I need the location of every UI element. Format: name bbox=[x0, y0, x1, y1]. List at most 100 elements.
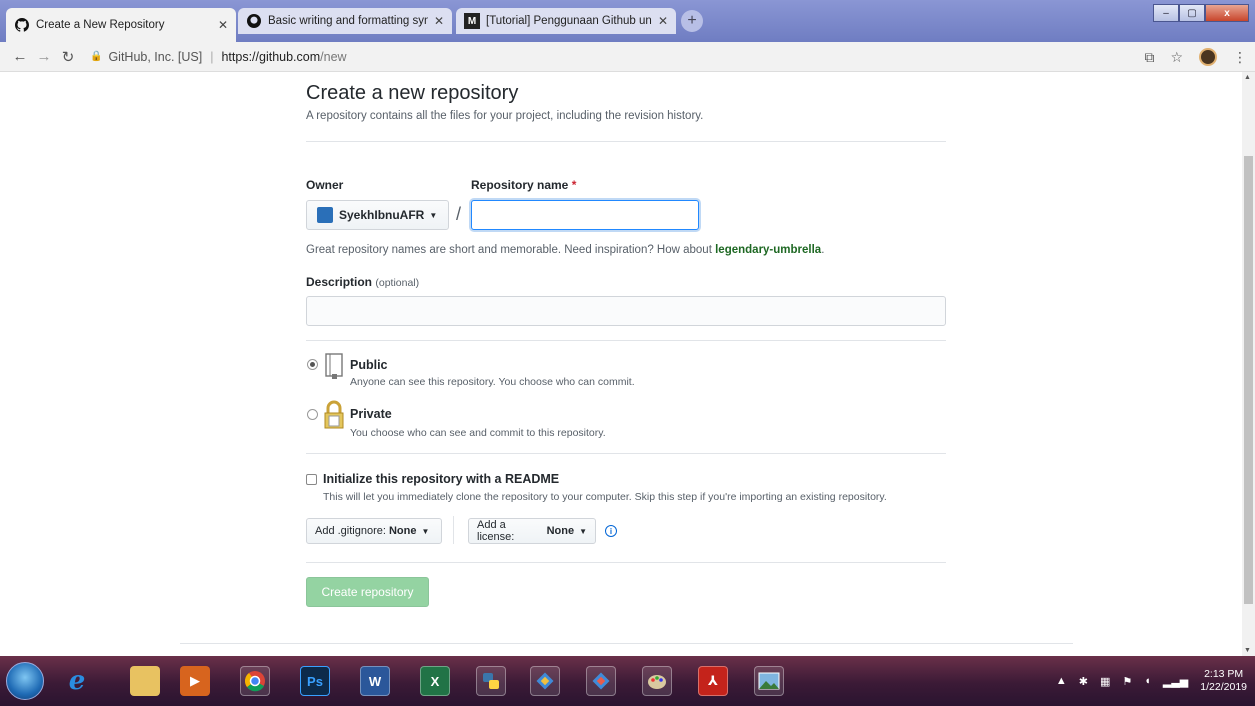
git-icon[interactable] bbox=[530, 666, 560, 696]
scroll-thumb[interactable] bbox=[1244, 156, 1253, 604]
private-radio[interactable] bbox=[307, 409, 318, 420]
browser-tab-strip: Create a New Repository ✕ Basic writing … bbox=[0, 0, 1255, 42]
url-text: https://github.com/new bbox=[221, 50, 346, 64]
page-scrollbar[interactable]: ▲ ▼ bbox=[1242, 72, 1255, 656]
bluetooth-icon[interactable]: ✱ bbox=[1079, 675, 1088, 688]
tab-title: [Tutorial] Penggunaan Github un bbox=[486, 15, 652, 27]
ie-icon[interactable]: e bbox=[62, 666, 92, 696]
hint-period: . bbox=[821, 244, 825, 256]
divider bbox=[306, 141, 946, 142]
repo-book-icon bbox=[323, 353, 345, 385]
system-clock[interactable]: 2:13 PM 1/22/2019 bbox=[1200, 668, 1247, 694]
repo-name-label: Repository name * bbox=[471, 178, 576, 192]
divider bbox=[306, 453, 946, 454]
forward-icon[interactable]: → bbox=[32, 48, 56, 65]
minimize-button[interactable]: – bbox=[1153, 4, 1179, 22]
scroll-down-icon[interactable]: ▼ bbox=[1244, 647, 1251, 654]
repo-name-label-text: Repository name bbox=[471, 178, 569, 192]
clock-date: 1/22/2019 bbox=[1200, 681, 1247, 693]
close-icon[interactable]: ✕ bbox=[434, 14, 444, 28]
toolbar-right: ⧉ ☆ ⋮ bbox=[1144, 48, 1247, 66]
tab-title: Basic writing and formatting synt bbox=[268, 15, 428, 27]
omnibox[interactable]: 🔒 GitHub, Inc. [US] | https://github.com… bbox=[90, 50, 347, 64]
private-note: You choose who can see and commit to thi… bbox=[350, 427, 606, 439]
hint-text: Great repository names are short and mem… bbox=[306, 244, 716, 256]
scroll-up-icon[interactable]: ▲ bbox=[1244, 74, 1251, 81]
window-controls: – ▢ x bbox=[1153, 4, 1249, 22]
owner-name: SyekhIbnuAFR bbox=[339, 208, 425, 222]
public-title: Public bbox=[350, 358, 388, 372]
tab-title: Create a New Repository bbox=[36, 19, 165, 31]
chrome-icon[interactable] bbox=[240, 666, 270, 696]
paint-icon[interactable] bbox=[642, 666, 672, 696]
word-icon[interactable]: W bbox=[360, 666, 390, 696]
readme-note: This will let you immediately clone the … bbox=[323, 491, 887, 503]
gitignore-select[interactable]: Add .gitignore: None ▼ bbox=[306, 518, 442, 544]
public-radio[interactable] bbox=[307, 359, 318, 370]
tab-tutorial-github[interactable]: M [Tutorial] Penggunaan Github un ✕ bbox=[456, 8, 676, 34]
description-label: Description (optional) bbox=[306, 275, 419, 289]
reload-icon[interactable]: ↻ bbox=[56, 48, 80, 66]
new-tab-button[interactable]: + bbox=[681, 10, 703, 32]
caret-down-icon: ▼ bbox=[429, 210, 438, 220]
translate-icon[interactable]: ⧉ bbox=[1144, 49, 1154, 66]
tab-basic-writing[interactable]: Basic writing and formatting synt ✕ bbox=[238, 8, 452, 34]
maximize-button[interactable]: ▢ bbox=[1179, 4, 1205, 22]
page-subtitle: A repository contains all the files for … bbox=[306, 110, 704, 122]
license-label: Add a license: bbox=[477, 519, 515, 543]
medium-icon: M bbox=[464, 13, 480, 29]
close-window-button[interactable]: x bbox=[1205, 4, 1249, 22]
network-icon[interactable]: ▂▃▅ bbox=[1163, 675, 1188, 688]
caret-down-icon: ▼ bbox=[579, 526, 587, 536]
close-icon[interactable]: ✕ bbox=[658, 14, 668, 28]
system-tray: ▲ ✱ ▦ ⚑ ◖ ▂▃▅ 2:13 PM 1/22/2019 bbox=[1056, 668, 1247, 694]
python-icon[interactable] bbox=[476, 666, 506, 696]
profile-avatar[interactable] bbox=[1199, 48, 1217, 66]
site-identity: GitHub, Inc. [US] bbox=[108, 49, 203, 64]
github-icon bbox=[246, 13, 262, 29]
create-repository-button[interactable]: Create repository bbox=[306, 577, 429, 607]
divider bbox=[306, 340, 946, 341]
gitignore-value: None bbox=[388, 525, 417, 537]
clock-time: 2:13 PM bbox=[1204, 668, 1244, 680]
action-center-flag-icon[interactable]: ⚑ bbox=[1122, 675, 1132, 688]
excel-icon[interactable]: X bbox=[420, 666, 450, 696]
keyboard-icon[interactable]: ▦ bbox=[1100, 675, 1110, 688]
required-mark: * bbox=[571, 178, 577, 192]
back-icon[interactable]: ← bbox=[8, 48, 32, 65]
photo-viewer-icon[interactable] bbox=[754, 666, 784, 696]
name-hint: Great repository names are short and mem… bbox=[306, 244, 824, 256]
description-input[interactable] bbox=[306, 296, 946, 326]
license-value: None bbox=[546, 525, 575, 537]
caret-down-icon: ▼ bbox=[421, 526, 430, 536]
readme-checkbox[interactable] bbox=[306, 474, 317, 485]
select-divider bbox=[453, 516, 454, 544]
tray-expand-icon[interactable]: ▲ bbox=[1056, 675, 1067, 687]
owner-avatar bbox=[317, 207, 333, 223]
close-icon[interactable]: ✕ bbox=[218, 18, 228, 32]
git-icon[interactable] bbox=[586, 666, 616, 696]
tab-create-repository[interactable]: Create a New Repository ✕ bbox=[6, 8, 236, 42]
footer-divider bbox=[180, 643, 1073, 644]
bookmark-star-icon[interactable]: ☆ bbox=[1170, 49, 1183, 66]
owner-select-button[interactable]: SyekhIbnuAFR ▼ bbox=[306, 200, 449, 230]
page-title: Create a new repository bbox=[306, 82, 519, 104]
suggested-name-link[interactable]: legendary-umbrella bbox=[715, 244, 821, 256]
github-icon bbox=[14, 17, 30, 33]
url-path: /new bbox=[320, 49, 347, 64]
owner-label: Owner bbox=[306, 178, 344, 192]
lock-icon: 🔒 bbox=[90, 51, 103, 62]
repository-name-input[interactable] bbox=[471, 200, 699, 230]
url-host: https://github.com bbox=[221, 49, 321, 64]
url-divider: | bbox=[210, 49, 214, 64]
license-select[interactable]: Add a license: None ▼ bbox=[468, 518, 596, 544]
menu-kebab-icon[interactable]: ⋮ bbox=[1233, 49, 1247, 66]
start-orb[interactable] bbox=[6, 662, 44, 700]
media-icon[interactable]: ▶ bbox=[180, 666, 210, 696]
volume-icon[interactable]: ◖ bbox=[1144, 675, 1151, 687]
lock-icon bbox=[323, 400, 345, 436]
info-icon[interactable]: i bbox=[605, 525, 617, 537]
file-explorer-icon[interactable] bbox=[130, 666, 160, 696]
acrobat-icon[interactable]: ⅄ bbox=[698, 666, 728, 696]
photoshop-icon[interactable]: Ps bbox=[300, 666, 330, 696]
